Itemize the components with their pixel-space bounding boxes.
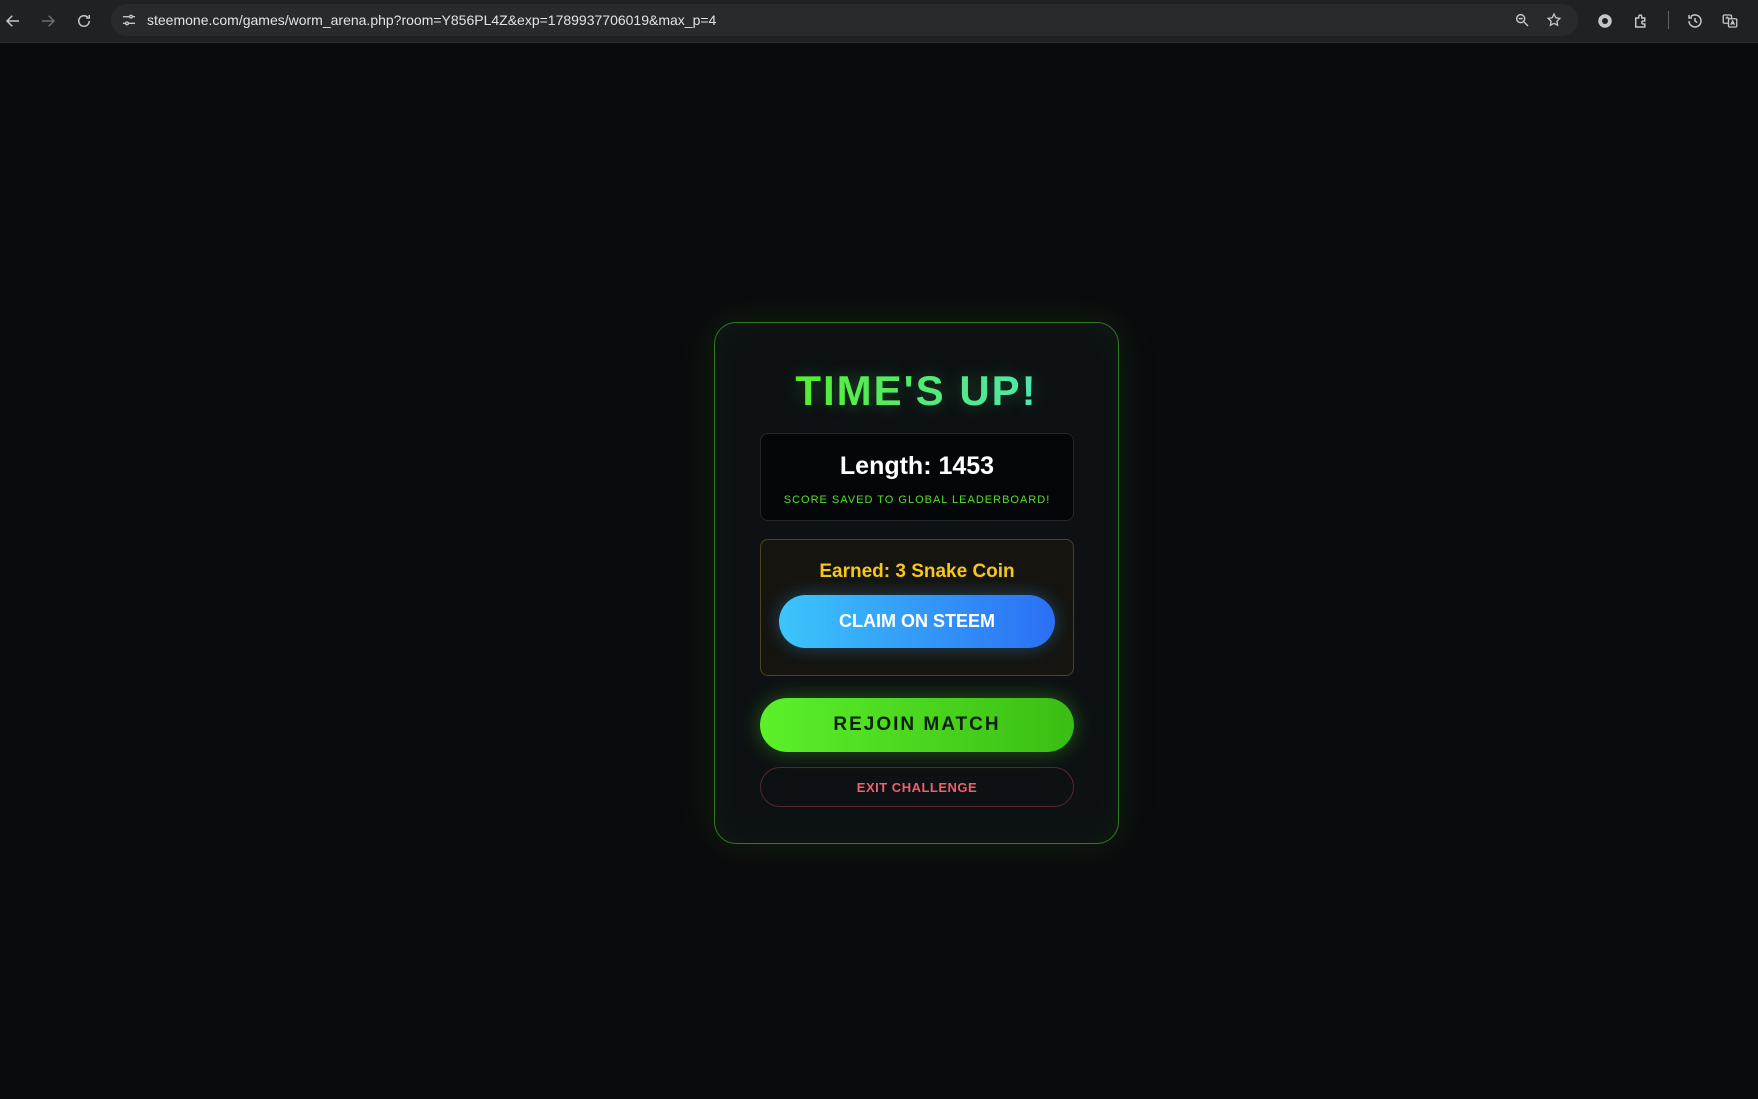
tune-icon xyxy=(123,14,135,26)
game-over-card: TIME'S UP! Length: 1453 SCORE SAVED TO G… xyxy=(714,322,1119,844)
history-icon xyxy=(1688,14,1702,28)
browser-toolbar: steemone.com/games/worm_arena.php?room=Y… xyxy=(0,0,1758,43)
puzzle-icon xyxy=(1635,14,1646,28)
leaderboard-saved-notice: SCORE SAVED TO GLOBAL LEADERBOARD! xyxy=(783,494,1051,506)
address-bar[interactable]: steemone.com/games/worm_arena.php?room=Y… xyxy=(111,4,1578,36)
length-score: Length: 1453 xyxy=(839,452,995,480)
back-button[interactable] xyxy=(0,7,27,35)
extension-icon xyxy=(1598,14,1612,28)
reward-panel: Earned: 3 Snake Coin CLAIM ON STEEM xyxy=(760,539,1074,676)
forward-button[interactable] xyxy=(34,7,62,35)
arrow-right-icon xyxy=(42,15,56,27)
site-info-button[interactable] xyxy=(117,8,141,32)
reload-icon xyxy=(78,15,90,27)
extensions-menu-button[interactable] xyxy=(1628,8,1654,34)
history-button[interactable] xyxy=(1682,8,1708,34)
toolbar-divider xyxy=(1668,11,1669,29)
extension-button[interactable] xyxy=(1592,8,1618,34)
translate-button[interactable] xyxy=(1717,8,1743,34)
claim-on-steem-button[interactable]: CLAIM ON STEEM xyxy=(779,595,1055,648)
star-icon xyxy=(1546,12,1562,27)
rejoin-match-button[interactable]: REJOIN MATCH xyxy=(760,698,1074,752)
translate-icon xyxy=(1722,14,1738,28)
url-text[interactable]: steemone.com/games/worm_arena.php?room=Y… xyxy=(147,4,716,36)
arrow-left-icon xyxy=(5,15,19,27)
game-over-title: TIME'S UP! xyxy=(715,367,1118,415)
earned-coins-text: Earned: 3 Snake Coin xyxy=(819,561,1015,582)
exit-challenge-button[interactable]: EXIT CHALLENGE xyxy=(760,767,1074,807)
score-panel: Length: 1453 SCORE SAVED TO GLOBAL LEADE… xyxy=(760,433,1074,521)
reload-button[interactable] xyxy=(70,7,98,35)
bookmark-button[interactable] xyxy=(1542,8,1566,32)
zoom-button[interactable] xyxy=(1510,8,1534,32)
magnifier-icon xyxy=(1515,13,1529,27)
